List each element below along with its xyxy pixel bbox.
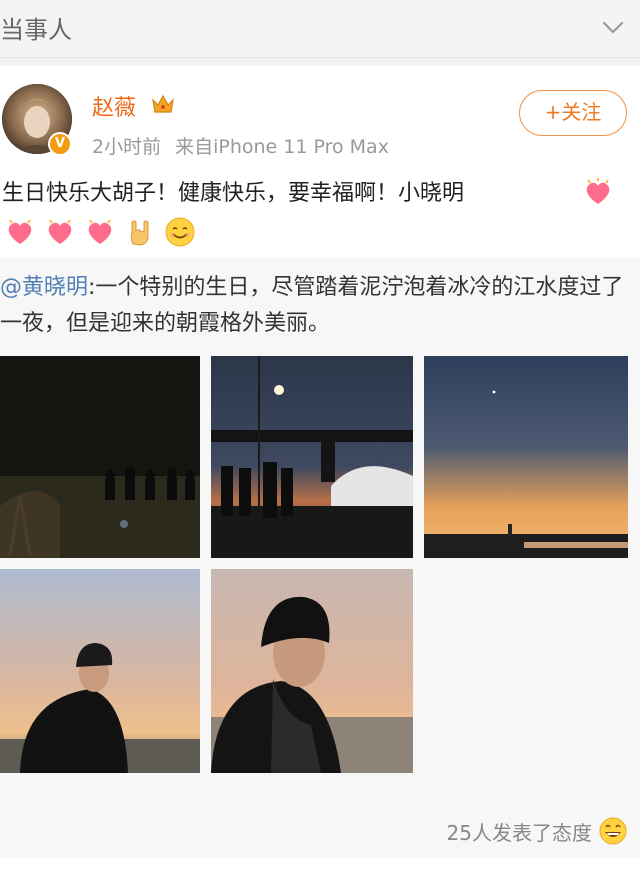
post-time: 2小时前 bbox=[92, 136, 162, 158]
mention-link[interactable]: @黄晓明 bbox=[0, 275, 88, 300]
grin-icon bbox=[599, 817, 627, 845]
repost-body: :一个特别的生日，尽管踏着泥泞泡着冰冷的江水度过了一夜，但是迎来的朝霞格外美丽。 bbox=[0, 275, 624, 336]
sunset-river-photo[interactable] bbox=[424, 356, 628, 558]
heart-icon bbox=[586, 178, 610, 204]
emoji-row bbox=[4, 212, 196, 252]
bridge-night-photo[interactable] bbox=[211, 356, 413, 558]
post-meta: 2小时前 来自iPhone 11 Pro Max bbox=[92, 132, 389, 159]
night-crowd-photo[interactable] bbox=[0, 356, 200, 558]
verified-badge: V bbox=[48, 132, 72, 156]
post-text: 生日快乐大胡子！健康快乐，要幸福啊！小晓明 bbox=[2, 181, 465, 206]
heart-icon bbox=[48, 219, 72, 244]
follow-button[interactable]: +关注 bbox=[519, 90, 627, 136]
heart-icon bbox=[8, 219, 32, 244]
weibo-post: V 赵薇 2小时前 来自iPhone 11 Pro Max +关注 生日快乐大胡子… bbox=[0, 66, 640, 876]
reactions[interactable]: 25人发表了态度 bbox=[447, 816, 628, 846]
header-bar: 当事人 bbox=[0, 0, 640, 58]
header-title: 当事人 bbox=[0, 16, 72, 44]
chevron-down-icon[interactable] bbox=[600, 14, 626, 40]
smile-icon bbox=[165, 217, 195, 247]
post-source: 来自iPhone 11 Pro Max bbox=[175, 136, 389, 158]
rock-hand-icon bbox=[130, 220, 149, 246]
heart-icon bbox=[88, 219, 112, 244]
repost-card[interactable]: @黄晓明:一个特别的生日，尽管踏着泥泞泡着冰冷的江水度过了一夜，但是迎来的朝霞格… bbox=[0, 258, 640, 858]
author-name[interactable]: 赵薇 bbox=[92, 90, 136, 122]
man-portrait-photo[interactable] bbox=[0, 569, 200, 773]
reaction-count: 25人发表了态度 bbox=[446, 820, 592, 845]
repost-text: @黄晓明:一个特别的生日，尽管踏着泥泞泡着冰冷的江水度过了一夜，但是迎来的朝霞格… bbox=[0, 270, 630, 342]
man-closeup-photo[interactable] bbox=[211, 569, 413, 773]
crown-icon bbox=[152, 94, 174, 113]
